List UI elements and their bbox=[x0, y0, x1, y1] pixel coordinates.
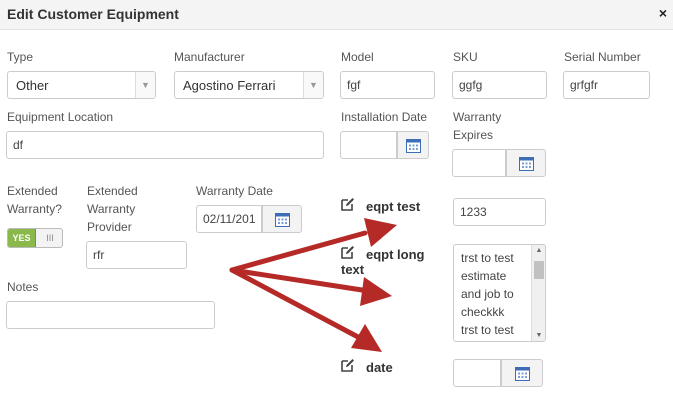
calendar-icon[interactable] bbox=[501, 359, 543, 387]
annotation-arrowhead bbox=[351, 324, 382, 352]
edit-icon[interactable] bbox=[341, 197, 355, 211]
date-label: date bbox=[366, 360, 393, 375]
dialog-title: Edit Customer Equipment bbox=[7, 6, 179, 22]
calendar-icon[interactable] bbox=[262, 205, 302, 233]
manufacturer-select[interactable]: Agostino Ferrari ▼ bbox=[174, 71, 324, 99]
warranty-expires-label-1: Warranty bbox=[453, 110, 502, 124]
extended-warranty-provider-input[interactable]: rfr bbox=[86, 241, 187, 269]
type-select[interactable]: Other ▼ bbox=[7, 71, 156, 99]
annotation-arrowhead bbox=[364, 218, 397, 247]
edit-icon[interactable] bbox=[341, 245, 355, 259]
installation-date-label: Installation Date bbox=[341, 110, 428, 124]
toggle-off-label: III bbox=[46, 233, 54, 243]
sku-input[interactable]: ggfg bbox=[452, 71, 547, 99]
model-label: Model bbox=[341, 50, 374, 64]
dialog-header: Edit Customer Equipment × bbox=[0, 0, 673, 30]
warranty-date-input[interactable]: 02/11/201 bbox=[196, 205, 262, 233]
type-select-value: Other bbox=[16, 78, 49, 93]
close-icon[interactable]: × bbox=[659, 4, 667, 22]
annotation-arrow bbox=[229, 267, 361, 340]
annotation-arrowhead bbox=[360, 277, 392, 306]
notes-label: Notes bbox=[7, 280, 39, 294]
eqpt-test-input[interactable]: 1233 bbox=[453, 198, 546, 226]
notes-input[interactable] bbox=[6, 301, 215, 329]
calendar-icon[interactable] bbox=[506, 149, 546, 177]
scrollbar-thumb[interactable] bbox=[534, 261, 544, 279]
extended-warranty-label-1: Extended bbox=[7, 184, 58, 198]
toggle-on-label: YES bbox=[8, 229, 36, 247]
warranty-expires-label-2: Expires bbox=[453, 128, 494, 142]
calendar-icon[interactable] bbox=[397, 131, 429, 159]
eqpt-long-text-textarea[interactable]: trst to test estimate and job to checkkk… bbox=[453, 244, 546, 342]
warranty-date-label: Warranty Date bbox=[196, 184, 273, 198]
extended-warranty-provider-label-3: Provider bbox=[87, 220, 132, 234]
eqpt-long-text-label-2: text bbox=[341, 262, 365, 277]
extended-warranty-provider-label-2: Warranty bbox=[87, 202, 136, 216]
edit-icon[interactable] bbox=[341, 358, 355, 372]
model-input[interactable]: fgf bbox=[340, 71, 435, 99]
installation-date-input[interactable] bbox=[340, 131, 397, 159]
eqpt-long-text-label-1: eqpt long bbox=[366, 247, 425, 262]
eqpt-long-text-value: trst to test estimate and job to checkkk… bbox=[461, 251, 514, 337]
equipment-location-input[interactable]: df bbox=[6, 131, 324, 159]
extended-warranty-provider-label-1: Extended bbox=[87, 184, 138, 198]
serial-number-input[interactable]: grfgfr bbox=[563, 71, 650, 99]
type-label: Type bbox=[7, 50, 34, 64]
sku-label: SKU bbox=[453, 50, 478, 64]
manufacturer-select-value: Agostino Ferrari bbox=[183, 78, 276, 93]
date-input[interactable] bbox=[453, 359, 501, 387]
manufacturer-label: Manufacturer bbox=[174, 50, 245, 64]
warranty-expires-input[interactable] bbox=[452, 149, 506, 177]
scroll-up-icon[interactable]: ▲ bbox=[532, 247, 545, 254]
eqpt-test-label: eqpt test bbox=[366, 199, 421, 214]
chevron-down-icon: ▼ bbox=[303, 72, 323, 98]
scrollbar[interactable]: ▲ ▼ bbox=[531, 245, 545, 341]
serial-number-label: Serial Number bbox=[564, 50, 641, 64]
chevron-down-icon: ▼ bbox=[135, 72, 155, 98]
extended-warranty-toggle[interactable]: YES III bbox=[7, 228, 63, 248]
equipment-location-label: Equipment Location bbox=[7, 110, 114, 124]
scroll-down-icon[interactable]: ▼ bbox=[532, 332, 545, 339]
extended-warranty-label-2: Warranty? bbox=[7, 202, 62, 216]
